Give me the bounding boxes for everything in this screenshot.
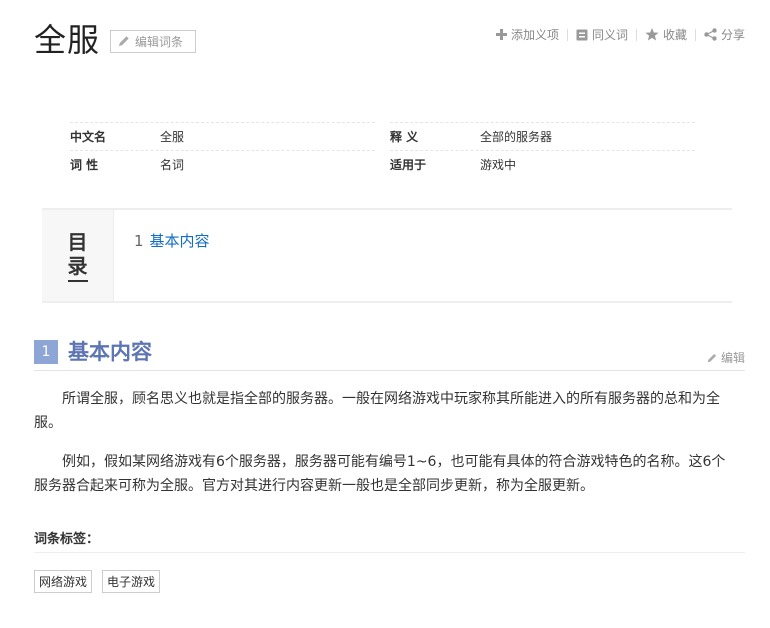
favorite-label: 收藏 [662,28,687,42]
tags-heading: 词条标签： [34,528,745,553]
info-row: 释 义 全部的服务器 [390,122,695,150]
tag-item[interactable]: 电子游戏 [102,570,161,593]
synonym-button[interactable]: 同义词 [568,26,636,43]
info-label: 词 性 [70,158,99,172]
info-value: 全部的服务器 [480,130,553,144]
toc-item-number: 1 [134,232,144,250]
add-meaning-button[interactable]: 添加义项 [488,26,567,43]
toc-item-link[interactable]: 基本内容 [150,232,210,250]
table-of-contents: 目 录 1 基本内容 [42,208,732,303]
section-header: 1 基本内容 编辑 [34,338,745,371]
section-number: 1 [34,340,58,364]
pencil-icon [707,353,717,362]
info-label: 释 义 [390,130,419,144]
paragraph: 所谓全服，顾名思义也就是指全部的服务器。一般在网络游戏中玩家称其所能进入的所有服… [34,391,720,431]
info-label: 中文名 [70,130,107,144]
favorite-button[interactable]: 收藏 [637,26,695,43]
info-value: 游戏中 [480,158,517,172]
info-row: 适用于 游戏中 [390,150,695,178]
share-label: 分享 [720,28,745,42]
toc-item: 1 基本内容 [134,230,210,251]
section-edit-button[interactable]: 编辑 [706,349,745,366]
title-row: 全服 编辑词条 [34,18,197,59]
toc-title-char: 目 [67,229,88,254]
basic-info-right: 释 义 全部的服务器 适用于 游戏中 [390,122,695,178]
share-button[interactable]: 分享 [696,26,745,43]
info-row: 中文名 全服 [70,122,375,150]
share-icon [704,28,717,41]
tag-list: 网络游戏 电子游戏 [34,570,170,593]
entry-actions: 添加义项 同义词 收藏 分享 [488,26,745,43]
star-icon [645,28,659,41]
synonym-icon [576,29,588,40]
page-title: 全服 [34,21,101,59]
add-meaning-label: 添加义项 [510,28,559,42]
toc-title-underline [67,279,88,282]
pencil-icon [119,36,129,46]
edit-entry-button[interactable]: 编辑词条 [110,29,197,53]
info-value: 名词 [160,158,185,172]
edit-entry-label: 编辑词条 [135,34,184,49]
section-title: 基本内容 [68,340,152,364]
plus-icon [495,29,507,40]
tag-item[interactable]: 网络游戏 [34,570,93,593]
section-edit-label: 编辑 [720,351,745,365]
synonym-label: 同义词 [591,28,628,42]
info-row: 词 性 名词 [70,150,375,178]
info-label: 适用于 [390,158,427,172]
info-value: 全服 [160,130,185,144]
toc-title-char: 录 [67,253,88,278]
toc-title: 目 录 [42,210,114,301]
basic-info-left: 中文名 全服 词 性 名词 [70,122,375,178]
paragraph: 例如，假如某网络游戏有6个服务器，服务器可能有编号1~6，也可能有具体的符合游戏… [34,454,726,494]
